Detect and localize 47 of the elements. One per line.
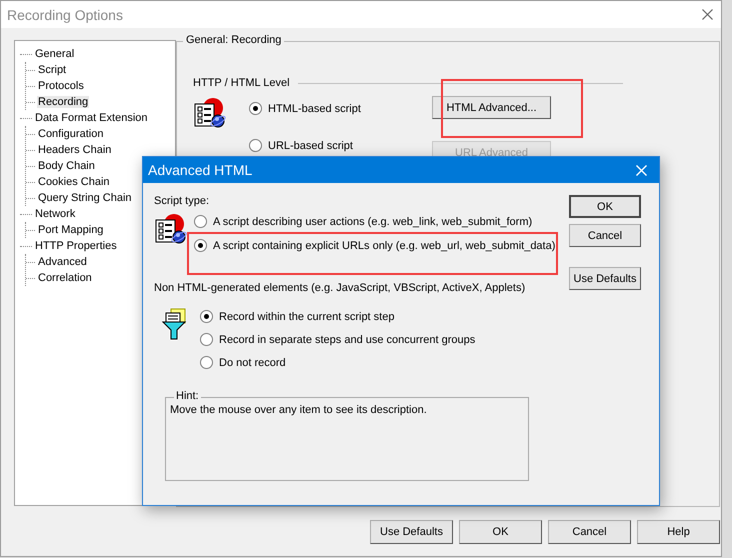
radio-button[interactable]: [200, 333, 213, 346]
dialog-button[interactable]: Cancel: [569, 224, 641, 247]
tree-item[interactable]: Protocols: [37, 80, 85, 92]
hint-text: Move the mouse over any item to see its description.: [170, 404, 427, 416]
radio-label: URL-based script: [268, 140, 353, 152]
window-title: Recording Options: [7, 6, 123, 22]
hint-title: Hint:: [174, 390, 201, 402]
radio-label: Record within the current script step: [219, 310, 394, 322]
tree-item[interactable]: HTTP Properties: [34, 240, 118, 252]
tree-item[interactable]: Port Mapping: [37, 224, 104, 236]
section-label: Non HTML-generated elements (e.g. JavaScript, VBScript, ActiveX, Applets): [154, 282, 526, 294]
tree-item[interactable]: Recording: [37, 96, 90, 108]
tree-item[interactable]: Correlation: [37, 272, 93, 284]
section-label: HTTP / HTML Level: [193, 77, 290, 89]
radio-button[interactable]: [200, 310, 213, 323]
radio-label: A script describing user actions (e.g. web_link, web_submit_form): [213, 216, 532, 228]
radio-label: Do not record: [219, 356, 286, 368]
dialog-button[interactable]: Cancel: [548, 520, 631, 544]
dialog-button[interactable]: Help: [637, 520, 720, 544]
tree-item[interactable]: General: [34, 48, 76, 60]
tree-item[interactable]: Network: [34, 208, 76, 220]
tree-item[interactable]: Query String Chain: [37, 192, 133, 204]
tree-item[interactable]: Cookies Chain: [37, 176, 111, 188]
tree-item[interactable]: Configuration: [37, 128, 104, 140]
dialog-button[interactable]: Use Defaults: [370, 520, 453, 544]
dialog-button[interactable]: OK: [459, 520, 542, 544]
tree-item[interactable]: Headers Chain: [37, 144, 112, 156]
radio-button[interactable]: [200, 356, 213, 369]
radio-button[interactable]: [249, 102, 262, 115]
advanced-button[interactable]: HTML Advanced...: [432, 96, 551, 119]
close-icon[interactable]: [702, 9, 713, 20]
radio-button[interactable]: [249, 139, 262, 152]
tree-item[interactable]: Data Format Extension: [34, 112, 148, 124]
dialog-button[interactable]: OK: [569, 195, 641, 218]
radio-label: A script containing explicit URLs only (e.g. web_url, web_submit_data): [213, 240, 556, 252]
radio-button[interactable]: [194, 215, 207, 228]
dialog-title: Advanced HTML: [148, 162, 252, 178]
radio-label: Record in separate steps and use concurrent groups: [219, 334, 476, 346]
dialog-button[interactable]: Use Defaults: [569, 267, 641, 290]
group-title: General: Recording: [183, 34, 284, 46]
radio-button[interactable]: [194, 239, 207, 252]
radio-label: HTML-based script: [268, 102, 361, 114]
script-type-label: Script type:: [154, 195, 210, 207]
tree-item[interactable]: Script: [37, 64, 68, 76]
tree-item[interactable]: Body Chain: [37, 160, 96, 172]
funnel-icon: [162, 308, 188, 340]
tree-item[interactable]: Advanced: [37, 256, 88, 268]
